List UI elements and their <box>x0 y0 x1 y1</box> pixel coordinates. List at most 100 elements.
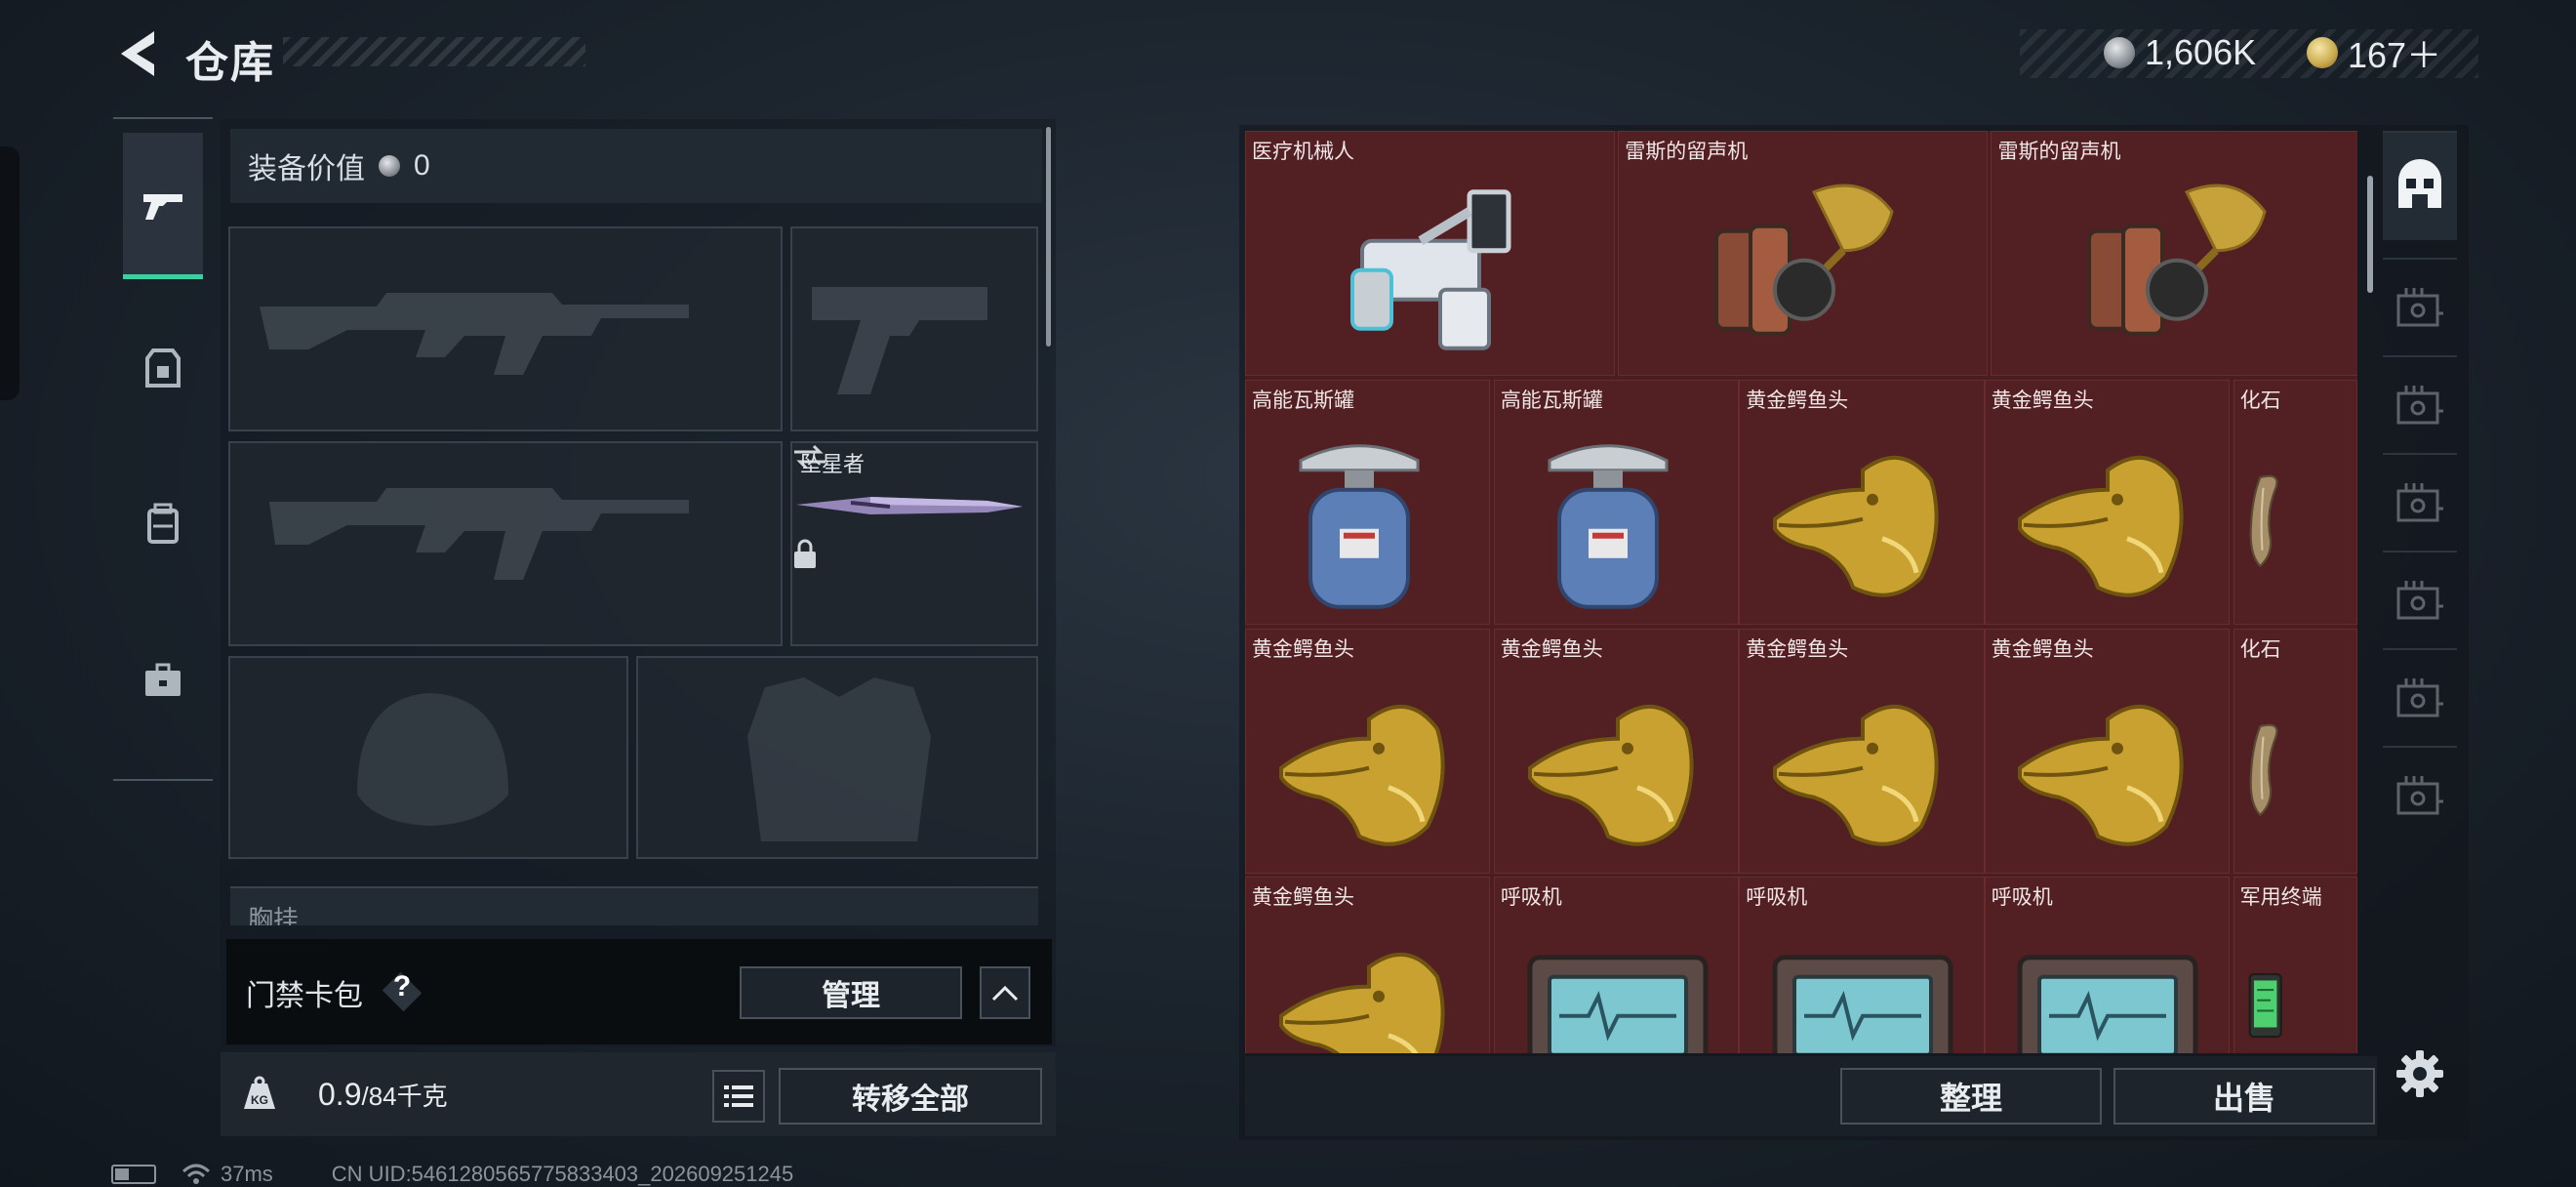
golden-crocodile-head-icon <box>2018 704 2185 846</box>
storage-page-6-tab[interactable] <box>2383 746 2457 841</box>
storage-home-tab[interactable] <box>2383 131 2457 240</box>
settings-button[interactable] <box>2393 1046 2447 1101</box>
golden-crocodile-head-icon <box>2018 455 2185 597</box>
silver-currency[interactable]: 1,606K <box>2104 31 2256 74</box>
golden-crocodile-head-icon <box>1527 704 1694 846</box>
storage-item[interactable]: 医疗机械人 <box>1245 131 1615 377</box>
silver-coin-icon <box>2104 37 2135 68</box>
container-icon <box>2396 288 2443 327</box>
pistol-silhouette-icon <box>812 287 987 394</box>
golden-crocodile-head-icon <box>1773 704 1939 846</box>
storage-item[interactable]: 黄金鳄鱼头 <box>1245 628 1491 875</box>
item-name: 黄金鳄鱼头 <box>1500 637 1603 661</box>
sidearm-slot[interactable] <box>790 226 1038 431</box>
item-name: 化石 <box>2239 637 2281 661</box>
storage-item[interactable]: 黄金鳄鱼头 <box>1739 379 1985 626</box>
tab-backpack[interactable] <box>123 451 203 597</box>
storage-item[interactable]: 高能瓦斯罐 <box>1493 379 1740 626</box>
storage-item[interactable]: 雷斯的留声机 <box>1991 131 2357 377</box>
item-name: 雷斯的留声机 <box>1997 141 2121 163</box>
storage-page-1-tab[interactable] <box>2383 258 2457 353</box>
weight-readout: 0.9/84千克 <box>318 1077 448 1113</box>
storage-page-2-tab[interactable] <box>2383 355 2457 451</box>
list-view-button[interactable] <box>712 1070 765 1123</box>
military-terminal-icon <box>2248 973 2282 1039</box>
rifle-silhouette-icon <box>260 293 689 375</box>
transfer-all-button[interactable]: 转移全部 <box>779 1068 1042 1125</box>
tab-toolbox[interactable] <box>123 607 203 754</box>
knife-icon <box>796 497 1023 514</box>
storage-scrollbar[interactable] <box>2367 176 2373 293</box>
gramophone-icon <box>1713 184 1894 336</box>
gold-amount: 167＋ <box>2348 35 2442 75</box>
item-name: 黄金鳄鱼头 <box>1746 637 1849 661</box>
golden-crocodile-head-icon <box>1278 953 1445 1053</box>
equipment-value-label: 装备价值 <box>248 153 365 185</box>
ventilator-icon <box>2017 955 2198 1053</box>
storage-item[interactable]: 黄金鳄鱼头 <box>1493 628 1740 875</box>
storage-item[interactable]: 化石 <box>2233 628 2357 875</box>
melee-slot-label: 坠星者 <box>800 452 865 476</box>
weight-capacity: /84千克 <box>361 1082 448 1111</box>
secondary-weapon-slot[interactable] <box>228 441 783 646</box>
storage-item[interactable]: 高能瓦斯罐 <box>1245 379 1491 626</box>
storage-page-3-tab[interactable] <box>2383 453 2457 549</box>
storage-item[interactable]: 化石 <box>2233 379 2357 626</box>
back-button[interactable] <box>109 25 168 82</box>
item-name: 呼吸机 <box>1991 886 2053 910</box>
gold-coin-icon <box>2307 37 2338 68</box>
ping-readout: 37ms <box>221 1162 273 1186</box>
storage-item[interactable]: 黄金鳄鱼头 <box>1739 628 1985 875</box>
ventilator-icon <box>1527 955 1709 1053</box>
gramophone-icon <box>2086 184 2267 336</box>
item-name: 呼吸机 <box>1746 886 1808 910</box>
gear-icon <box>2396 1050 2443 1097</box>
equipment-scrollbar[interactable] <box>1046 127 1051 347</box>
equipment-value: 0 <box>414 149 430 182</box>
helmet-slot[interactable] <box>228 656 628 859</box>
battery-icon <box>111 1165 156 1184</box>
golden-crocodile-head-icon <box>1278 704 1445 846</box>
fossil-claw-icon <box>2249 474 2278 568</box>
sell-button[interactable]: 出售 <box>2113 1068 2375 1125</box>
storage-item[interactable]: 雷斯的留声机 <box>1618 131 1989 377</box>
help-icon[interactable]: ? <box>388 970 416 1003</box>
storage-item[interactable]: 黄金鳄鱼头 <box>1984 379 2231 626</box>
storage-item[interactable]: 军用终端 <box>2233 877 2357 1053</box>
chest-rig-slot[interactable]: 胸挂 <box>230 886 1038 925</box>
title-decoration <box>283 37 585 66</box>
back-arrow-icon <box>121 31 154 76</box>
backpack-icon <box>147 503 179 544</box>
storage-item[interactable]: 呼吸机 <box>1739 877 1985 1053</box>
storage-item[interactable]: 黄金鳄鱼头 <box>1245 877 1491 1053</box>
container-icon <box>2396 776 2443 815</box>
container-icon <box>2396 678 2443 717</box>
page-title: 仓库 <box>185 39 275 87</box>
melee-slot[interactable]: 坠星者 <box>790 441 1038 646</box>
item-name: 黄金鳄鱼头 <box>1252 637 1354 661</box>
category-tabs <box>113 117 213 781</box>
tab-armor[interactable] <box>123 295 203 441</box>
tab-weapons[interactable] <box>123 133 203 279</box>
storage-item[interactable]: 呼吸机 <box>1984 877 2231 1053</box>
primary-weapon-slot[interactable] <box>228 226 783 431</box>
storage-item[interactable]: 黄金鳄鱼头 <box>1984 628 2231 875</box>
medical-robot-icon <box>1350 189 1511 350</box>
side-drawer-handle[interactable] <box>0 146 20 400</box>
sort-button[interactable]: 整理 <box>1840 1068 2102 1125</box>
item-name: 黄金鳄鱼头 <box>1746 389 1849 412</box>
item-name: 黄金鳄鱼头 <box>1991 637 2094 661</box>
gold-currency[interactable]: 167＋ <box>2307 31 2441 75</box>
storage-page-5-tab[interactable] <box>2383 648 2457 744</box>
item-name: 呼吸机 <box>1500 886 1562 910</box>
storage-item[interactable]: 呼吸机 <box>1493 877 1740 1053</box>
status-bar: 37ms CN UID:5461280565775833403_20260925… <box>111 1162 793 1187</box>
equipment-value-row: 装备价值 0 <box>230 129 1042 203</box>
storage-page-4-tab[interactable] <box>2383 551 2457 646</box>
storage-grid: 医疗机械人 雷斯的留声机 雷斯的留声机 高能瓦斯罐 高能瓦斯罐 黄金鳄鱼头 黄金鳄鱼头 化石黄… <box>1245 131 2357 1053</box>
manage-button[interactable]: 管理 <box>740 966 962 1019</box>
fossil-claw-icon <box>2249 723 2278 816</box>
body-armor-slot[interactable] <box>636 656 1038 859</box>
collapse-button[interactable] <box>980 966 1030 1019</box>
pistol-icon <box>143 193 182 220</box>
